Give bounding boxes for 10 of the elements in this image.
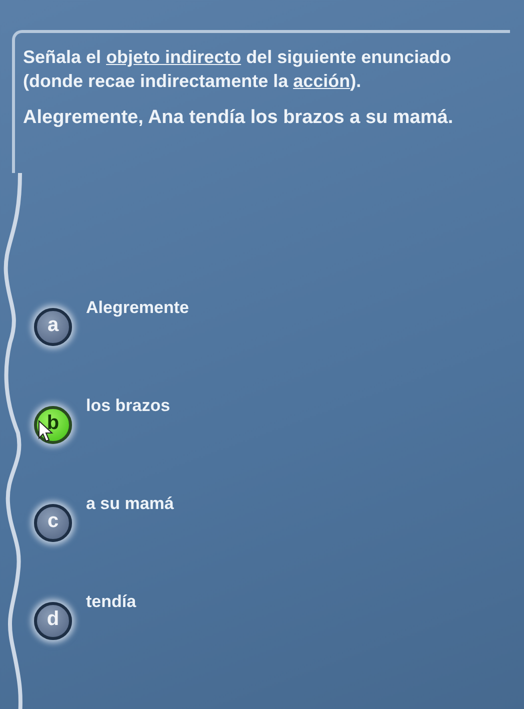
option-button[interactable]: c — [34, 504, 72, 542]
sentence-text: Alegremente, Ana tendía los brazos a su mamá. — [23, 107, 454, 129]
option-text: los brazos — [86, 396, 170, 416]
option-button[interactable]: b — [34, 406, 72, 444]
option-text: tendía — [86, 592, 136, 612]
option-button[interactable]: d — [34, 602, 72, 640]
instruction-text: Señala el objeto indirecto del siguiente enunciado (donde recae indirectamente la acción). — [23, 46, 452, 93]
option-text: Alegremente — [86, 298, 189, 318]
option-button[interactable]: a — [34, 308, 72, 346]
option-text: a su mamá — [86, 494, 174, 514]
